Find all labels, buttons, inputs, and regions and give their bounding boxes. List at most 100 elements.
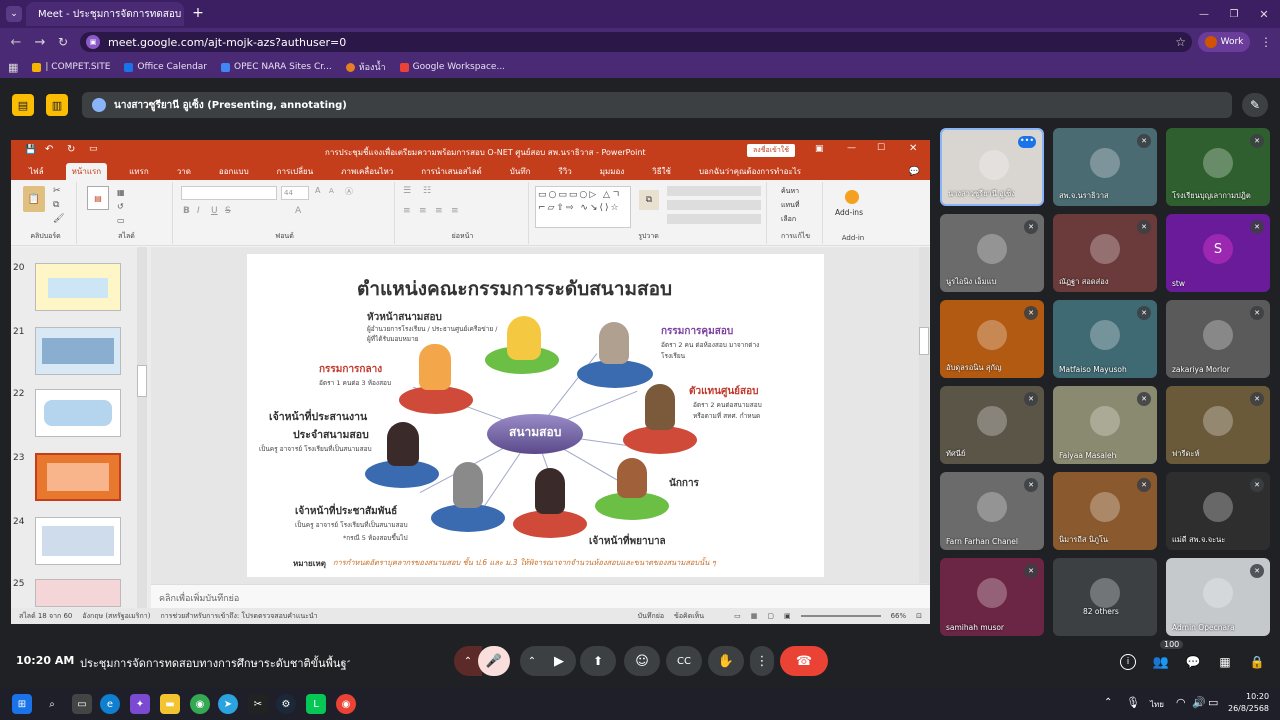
select-button[interactable]: เลือก xyxy=(781,214,796,225)
slide-thumb-23[interactable] xyxy=(35,453,121,501)
url-field[interactable]: ▣ meet.google.com/ajt-mojk-azs?authuser=… xyxy=(80,32,1192,52)
slide-scrollbar[interactable] xyxy=(919,247,929,583)
activities-icon[interactable]: ▦ xyxy=(1216,653,1234,671)
present-screen-button[interactable]: ⬆ xyxy=(580,646,616,676)
participant-tile[interactable]: ✕ Faiyaa Masaleh xyxy=(1053,386,1157,464)
slide-thumb-21[interactable] xyxy=(35,327,121,375)
tab-file[interactable]: ไฟล์ xyxy=(23,163,50,180)
browser-menu-icon[interactable]: ⋮ xyxy=(1260,34,1272,50)
layout-toggle-icon[interactable]: ▤ xyxy=(12,94,34,116)
participant-tile[interactable]: ✕ แม่ดี สพ.จ.จะนะ xyxy=(1166,472,1270,550)
chat-icon[interactable]: 💬 xyxy=(1184,653,1202,671)
cut-icon[interactable]: ✂ xyxy=(53,186,61,196)
back-icon[interactable]: ← xyxy=(8,34,24,50)
wifi-icon[interactable]: ◠ xyxy=(1176,696,1186,709)
shape-fill-option[interactable] xyxy=(667,186,761,196)
paste-icon[interactable]: 📋 xyxy=(23,186,45,212)
fit-slide-icon[interactable]: ⊡ xyxy=(916,612,922,620)
tab-home[interactable]: หน้าแรก xyxy=(65,163,108,180)
bookmark-restroom[interactable]: ห้องน้ำ xyxy=(345,60,386,74)
battery-icon[interactable]: ▭ xyxy=(1208,696,1218,709)
bookmark-office-calendar[interactable]: Office Calendar xyxy=(124,62,207,72)
leave-call-button[interactable]: ☎ xyxy=(780,646,828,676)
arrange-icon[interactable]: ⧉ xyxy=(639,190,659,210)
people-icon[interactable]: 👥 xyxy=(1152,653,1170,671)
format-painter-icon[interactable]: 🖌 xyxy=(53,214,64,224)
signin-button[interactable]: ลงชื่อเข้าใช้ xyxy=(747,144,795,157)
strikethrough-icon[interactable]: S xyxy=(225,206,231,216)
font-name-field[interactable] xyxy=(181,186,277,200)
participant-tile[interactable]: S ✕ stw xyxy=(1166,214,1270,292)
copilot-icon[interactable]: ✦ xyxy=(130,694,150,714)
thumbnail-scrollbar[interactable] xyxy=(137,247,147,608)
annotate-pen-icon[interactable]: ✎ xyxy=(1242,93,1268,117)
participant-tile[interactable]: ✕ Farn Farhan Chanel xyxy=(940,472,1044,550)
task-view-icon[interactable]: ▭ xyxy=(72,694,92,714)
slide-thumb-22[interactable] xyxy=(35,389,121,437)
participant-tile[interactable]: ✕ นูรไอนิง เอ็มแบ xyxy=(940,214,1044,292)
zoom-slider[interactable] xyxy=(800,615,881,617)
justify-icon[interactable]: ≡ xyxy=(451,206,459,216)
participant-tile[interactable]: ✕ zakariya Morlor xyxy=(1166,300,1270,378)
shape-effects-option[interactable] xyxy=(667,214,761,224)
underline-icon[interactable]: U xyxy=(211,206,218,216)
copy-icon[interactable]: ⧉ xyxy=(53,200,59,210)
apps-grid-icon[interactable]: ▦ xyxy=(8,61,18,74)
undo-icon[interactable]: ↶ xyxy=(45,144,53,155)
tile-more-icon[interactable]: ••• xyxy=(1018,136,1036,148)
addins-button[interactable]: Add-ins xyxy=(835,208,863,217)
ribbon-display-icon[interactable]: ▣ xyxy=(815,144,824,154)
layout-icon[interactable]: ▦ xyxy=(117,188,125,197)
chrome-work-icon[interactable]: ◉ xyxy=(336,694,356,714)
reading-view-icon[interactable]: ▢ xyxy=(767,612,774,620)
bookmark-star-icon[interactable]: ☆ xyxy=(1175,35,1186,49)
participant-tile[interactable]: ✕ ณัฏฐา สอดส่อง xyxy=(1053,214,1157,292)
grow-font-icon[interactable]: A xyxy=(315,186,320,195)
tab-list-icon[interactable]: ⌄ xyxy=(6,6,22,22)
font-size-field[interactable]: 44 xyxy=(281,186,309,200)
participant-tile[interactable]: ✕ Admin Opecnara xyxy=(1166,558,1270,636)
more-options-button[interactable]: ⋮ xyxy=(750,646,774,676)
shape-outline-option[interactable] xyxy=(667,200,761,210)
profile-button[interactable]: Work xyxy=(1198,32,1250,52)
participant-tile[interactable]: ✕ นิมารถีส นิภูโน xyxy=(1053,472,1157,550)
tab-review[interactable]: รีวิว xyxy=(552,163,577,180)
ppt-minimize-icon[interactable]: — xyxy=(847,143,856,153)
reload-icon[interactable]: ↻ xyxy=(55,34,71,50)
participant-tile[interactable]: ✕ โรงเรียนบุญเลากามปฎิต xyxy=(1166,128,1270,206)
tab-view[interactable]: มุมมอง xyxy=(594,163,631,180)
volume-icon[interactable]: 🔊 xyxy=(1192,696,1206,709)
camera-toggle-button[interactable]: ▶ xyxy=(542,646,576,676)
new-tab-icon[interactable]: + xyxy=(190,5,206,21)
host-controls-icon[interactable]: 🔒 xyxy=(1248,653,1266,671)
align-right-icon[interactable]: ≡ xyxy=(435,206,443,216)
forward-icon[interactable]: → xyxy=(32,34,48,50)
tab-record[interactable]: บันทึก xyxy=(504,163,537,180)
shrink-font-icon[interactable]: A xyxy=(329,187,334,195)
slide-thumb-24[interactable] xyxy=(35,517,121,565)
tab-design[interactable]: ออกแบบ xyxy=(213,163,255,180)
participant-tile[interactable]: ✕ samihah musor xyxy=(940,558,1044,636)
close-window-icon[interactable]: ✕ xyxy=(1256,6,1272,22)
shapes-gallery[interactable]: ▭○▭▭○▷ △ㄱ⌐▱⇧⇨ ∿↘⟨⟩☆ xyxy=(535,186,631,228)
language-indicator[interactable]: ไทย xyxy=(1150,698,1164,711)
notes-pane[interactable]: คลิกเพื่อเพิ่มบันทึกย่อ xyxy=(151,584,930,608)
site-info-icon[interactable]: ▣ xyxy=(86,35,100,49)
activity-icon[interactable]: ▥ xyxy=(46,94,68,116)
file-explorer-icon[interactable]: ▬ xyxy=(160,694,180,714)
clock-date[interactable]: 26/8/2568 xyxy=(1228,704,1269,713)
bookmark-google-workspace[interactable]: Google Workspace... xyxy=(399,62,505,72)
numbering-icon[interactable]: ☷ xyxy=(423,186,431,196)
redo-icon[interactable]: ↻ xyxy=(67,144,75,155)
current-slide[interactable]: ตำแหน่งคณะกรรมการระดับสนามสอบ สนามสอบ หั… xyxy=(247,254,824,577)
clear-format-icon[interactable]: Ⓐ xyxy=(345,186,353,197)
tab-help[interactable]: วิธีใช้ xyxy=(646,163,677,180)
participant-tile[interactable]: ••• นางสาวซูรียานี อูเซ็ง xyxy=(940,128,1044,206)
telegram-icon[interactable]: ➤ xyxy=(218,694,238,714)
steam-icon[interactable]: ⚙ xyxy=(276,694,296,714)
status-language[interactable]: อังกฤษ (สหรัฐอเมริกา) xyxy=(82,611,150,622)
restore-icon[interactable]: ❐ xyxy=(1226,6,1242,22)
section-icon[interactable]: ▭ xyxy=(117,216,125,225)
participant-tile[interactable]: ✕ Matfaiso Mayusoh xyxy=(1053,300,1157,378)
tab-slideshow[interactable]: การนำเสนอสไลด์ xyxy=(415,163,488,180)
